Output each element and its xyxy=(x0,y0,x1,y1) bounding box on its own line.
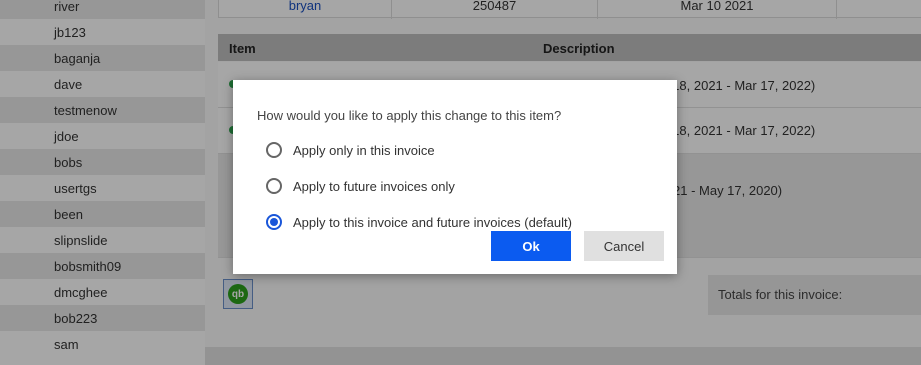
option-label: Apply to future invoices only xyxy=(293,178,455,194)
option-label: Apply to this invoice and future invoice… xyxy=(293,214,572,230)
radio-button-selected[interactable] xyxy=(266,214,282,230)
dialog-question: How would you like to apply this change … xyxy=(257,108,562,123)
ok-button[interactable]: Ok xyxy=(491,231,571,261)
option-this-and-future-invoices[interactable]: Apply to this invoice and future invoice… xyxy=(266,213,572,231)
cancel-button[interactable]: Cancel xyxy=(584,231,664,261)
option-future-invoices-only[interactable]: Apply to future invoices only xyxy=(266,177,455,195)
option-label: Apply only in this invoice xyxy=(293,142,435,158)
option-this-invoice-only[interactable]: Apply only in this invoice xyxy=(266,141,435,159)
radio-button[interactable] xyxy=(266,142,282,158)
radio-button[interactable] xyxy=(266,178,282,194)
apply-change-dialog: How would you like to apply this change … xyxy=(233,80,677,274)
